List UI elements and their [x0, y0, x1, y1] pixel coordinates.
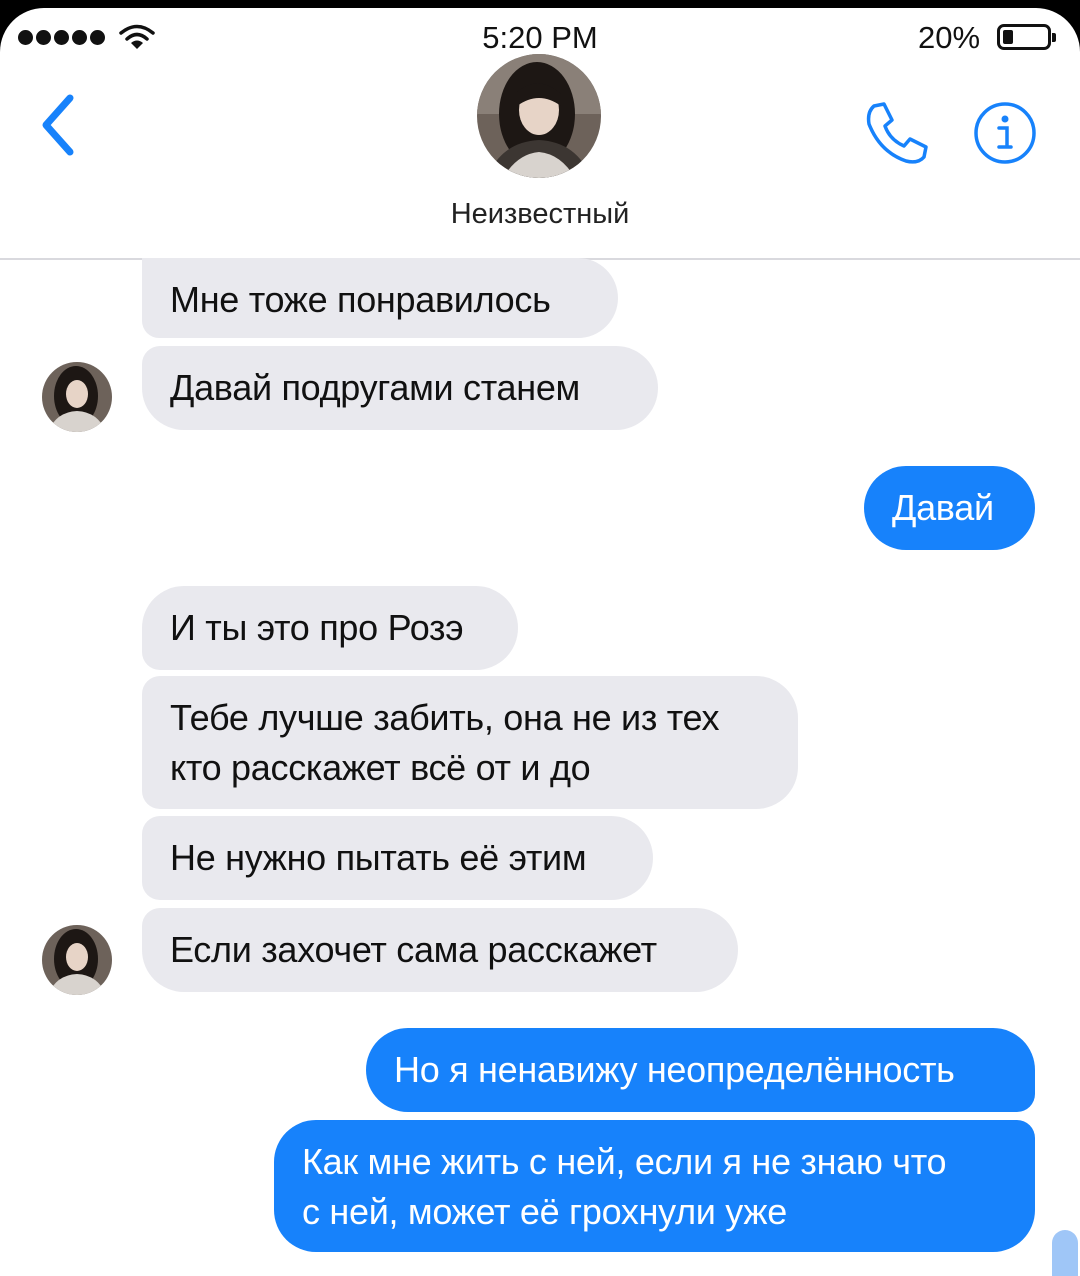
phone-frame: 5:20 PM 20% Неизвестный Мне тоже понрави…	[0, 0, 1080, 1276]
message-incoming[interactable]: И ты это про Розэ	[142, 586, 518, 670]
message-outgoing[interactable]: Давай	[864, 466, 1035, 550]
message-outgoing[interactable]: Как мне жить с ней, если я не знаю что с…	[274, 1120, 1035, 1252]
message-incoming[interactable]: Мне тоже понравилось	[142, 258, 618, 338]
message-incoming[interactable]: Не нужно пытать её этим	[142, 816, 653, 900]
info-button[interactable]	[972, 100, 1038, 166]
contact-name[interactable]: Неизвестный	[0, 198, 1080, 231]
sender-avatar	[42, 925, 112, 995]
message-incoming[interactable]: Тебе лучше забить, она не из тех кто рас…	[142, 676, 798, 809]
chat-screen: 5:20 PM 20% Неизвестный Мне тоже понрави…	[0, 8, 1080, 1276]
call-button[interactable]	[860, 98, 932, 170]
chevron-left-icon	[42, 94, 74, 156]
scroll-indicator[interactable]	[1052, 1230, 1078, 1276]
contact-avatar[interactable]	[477, 54, 601, 178]
sender-avatar	[42, 362, 112, 432]
message-incoming[interactable]: Если захочет сама расскажет	[142, 908, 738, 992]
message-incoming[interactable]: Давай подругами станем	[142, 346, 658, 430]
info-icon	[974, 102, 1036, 164]
back-button[interactable]	[32, 90, 92, 160]
chat-header: 5:20 PM 20% Неизвестный	[0, 8, 1080, 260]
battery-icon	[997, 24, 1056, 50]
battery-percentage: 20%	[918, 20, 981, 55]
message-outgoing[interactable]: Но я ненавижу неопределённость	[366, 1028, 1035, 1112]
phone-icon	[866, 102, 928, 164]
